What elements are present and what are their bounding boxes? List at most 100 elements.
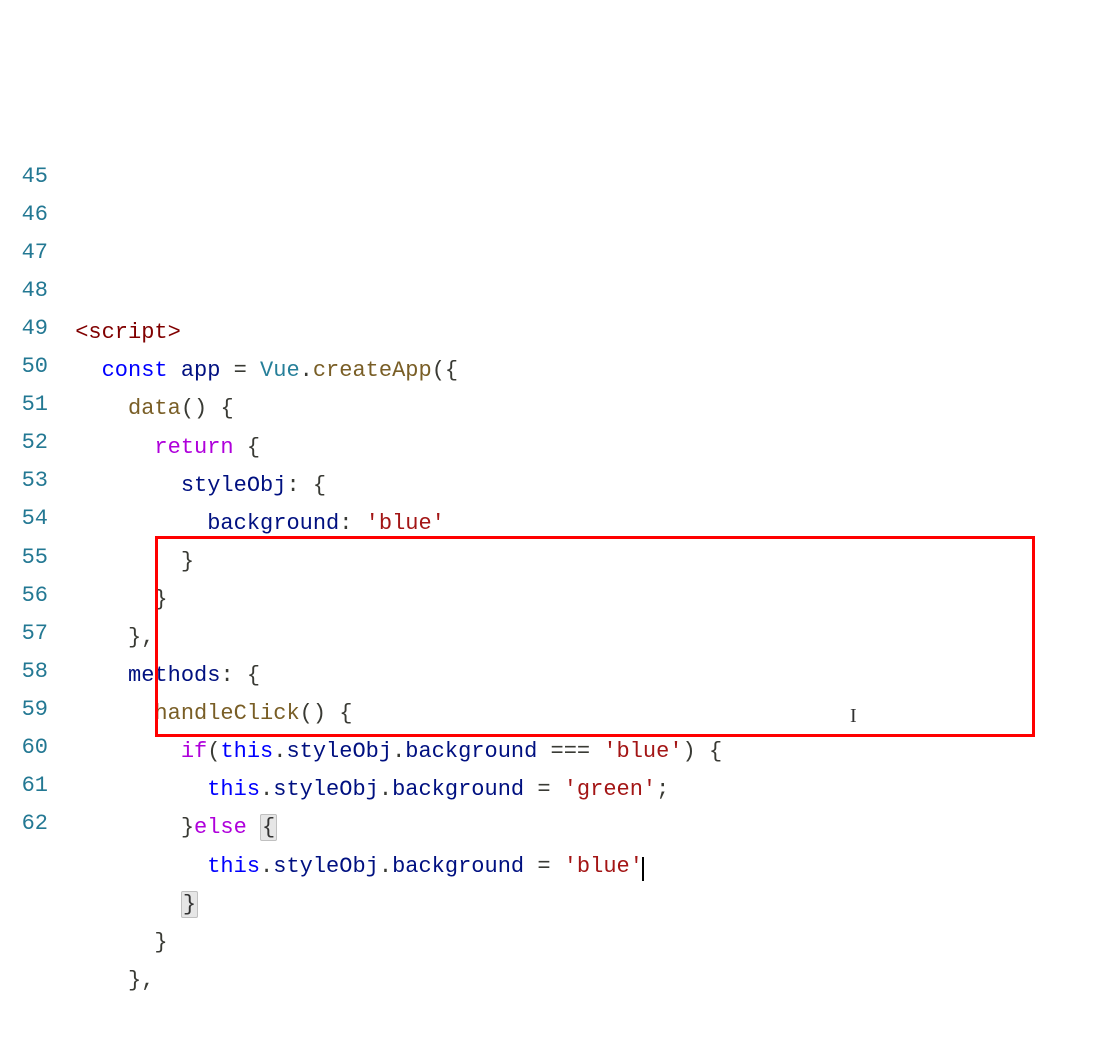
token-str: 'green' xyxy=(564,777,656,802)
token-kw2: if xyxy=(181,739,207,764)
code-line[interactable]: handleClick() { xyxy=(62,694,1113,732)
token-whitespace xyxy=(247,815,260,840)
code-line[interactable]: styleObj: { xyxy=(62,466,1113,504)
code-line[interactable]: this.styleObj.background = 'blue' xyxy=(62,847,1113,885)
token-whitespace xyxy=(62,930,154,955)
token-op: = xyxy=(537,854,550,879)
token-prop: background xyxy=(392,777,524,802)
token-whitespace xyxy=(352,511,365,536)
token-whitespace xyxy=(62,511,207,536)
token-str: 'blue' xyxy=(564,854,643,879)
token-whitespace xyxy=(326,701,339,726)
token-punc: . xyxy=(260,777,273,802)
token-punc: () xyxy=(181,396,207,421)
token-punc: }, xyxy=(128,625,154,650)
token-str: 'blue' xyxy=(366,511,445,536)
token-punc: () xyxy=(300,701,326,726)
token-prop: styleObj xyxy=(286,739,392,764)
token-whitespace xyxy=(62,587,154,612)
token-func: createApp xyxy=(313,358,432,383)
token-whitespace xyxy=(62,968,128,993)
token-punc: . xyxy=(260,854,273,879)
line-number: 53 xyxy=(0,461,48,499)
token-tag: script xyxy=(88,320,167,345)
line-number: 62 xyxy=(0,804,48,842)
token-punc: ( xyxy=(432,358,445,383)
token-tag: > xyxy=(168,320,181,345)
code-editor[interactable]: 454647484950515253545556575859606162 I <… xyxy=(0,157,1113,843)
token-obj: Vue xyxy=(260,358,300,383)
token-hl-brace: } xyxy=(181,891,198,918)
line-number: 45 xyxy=(0,157,48,195)
token-prop: background xyxy=(207,511,339,536)
token-whitespace xyxy=(62,854,207,879)
code-area[interactable]: I <script> const app = Vue.createApp({ d… xyxy=(62,157,1113,843)
token-whitespace xyxy=(537,739,550,764)
code-line[interactable]: background: 'blue' xyxy=(62,504,1113,542)
token-tag: < xyxy=(75,320,88,345)
line-number: 59 xyxy=(0,690,48,728)
token-kw2: else xyxy=(194,815,247,840)
line-number-gutter: 454647484950515253545556575859606162 xyxy=(0,157,62,843)
code-line[interactable]: return { xyxy=(62,428,1113,466)
line-number: 60 xyxy=(0,728,48,766)
token-punc: { xyxy=(445,358,458,383)
line-number: 61 xyxy=(0,766,48,804)
token-whitespace xyxy=(551,854,564,879)
token-whitespace xyxy=(696,739,709,764)
code-line[interactable]: if(this.styleObj.background === 'blue') … xyxy=(62,732,1113,770)
line-number: 50 xyxy=(0,347,48,385)
code-line[interactable]: const app = Vue.createApp({ xyxy=(62,351,1113,389)
token-whitespace xyxy=(62,396,128,421)
token-op: = xyxy=(234,358,247,383)
token-punc: { xyxy=(313,473,326,498)
code-line[interactable]: }, xyxy=(62,618,1113,656)
token-kw: const xyxy=(102,358,168,383)
token-whitespace xyxy=(234,663,247,688)
code-line[interactable]: data() { xyxy=(62,389,1113,427)
token-whitespace xyxy=(220,358,233,383)
token-punc: { xyxy=(709,739,722,764)
code-line[interactable]: methods: { xyxy=(62,656,1113,694)
token-punc: : xyxy=(220,663,233,688)
text-caret xyxy=(642,857,644,881)
code-line[interactable]: }, xyxy=(62,961,1113,999)
token-punc: : xyxy=(286,473,299,498)
token-whitespace xyxy=(62,320,75,345)
token-punc: } xyxy=(181,549,194,574)
line-number: 48 xyxy=(0,271,48,309)
token-var: app xyxy=(181,358,221,383)
token-whitespace xyxy=(62,701,154,726)
code-line[interactable]: }else { xyxy=(62,808,1113,846)
token-punc: { xyxy=(220,396,233,421)
token-kw: this xyxy=(207,854,260,879)
code-line[interactable]: } xyxy=(62,885,1113,923)
token-punc: . xyxy=(379,854,392,879)
code-line[interactable]: } xyxy=(62,580,1113,618)
token-whitespace xyxy=(524,854,537,879)
token-prop: background xyxy=(392,854,524,879)
token-whitespace xyxy=(62,625,128,650)
code-line[interactable]: this.styleObj.background = 'green'; xyxy=(62,770,1113,808)
token-hl-brace: { xyxy=(260,814,277,841)
line-number: 46 xyxy=(0,195,48,233)
token-str: 'blue' xyxy=(603,739,682,764)
line-number: 58 xyxy=(0,652,48,690)
token-func: data xyxy=(128,396,181,421)
token-punc: } xyxy=(181,815,194,840)
token-punc: } xyxy=(154,587,167,612)
token-op: = xyxy=(537,777,550,802)
line-number: 56 xyxy=(0,576,48,614)
token-whitespace xyxy=(551,777,564,802)
token-prop: methods xyxy=(128,663,220,688)
line-number: 51 xyxy=(0,385,48,423)
token-whitespace xyxy=(62,815,181,840)
code-line[interactable]: } xyxy=(62,923,1113,961)
line-number: 52 xyxy=(0,423,48,461)
token-punc: . xyxy=(300,358,313,383)
token-kw2: return xyxy=(154,435,233,460)
code-line[interactable]: } xyxy=(62,542,1113,580)
token-punc: { xyxy=(247,435,260,460)
token-punc: }, xyxy=(128,968,154,993)
code-line[interactable]: <script> xyxy=(62,313,1113,351)
